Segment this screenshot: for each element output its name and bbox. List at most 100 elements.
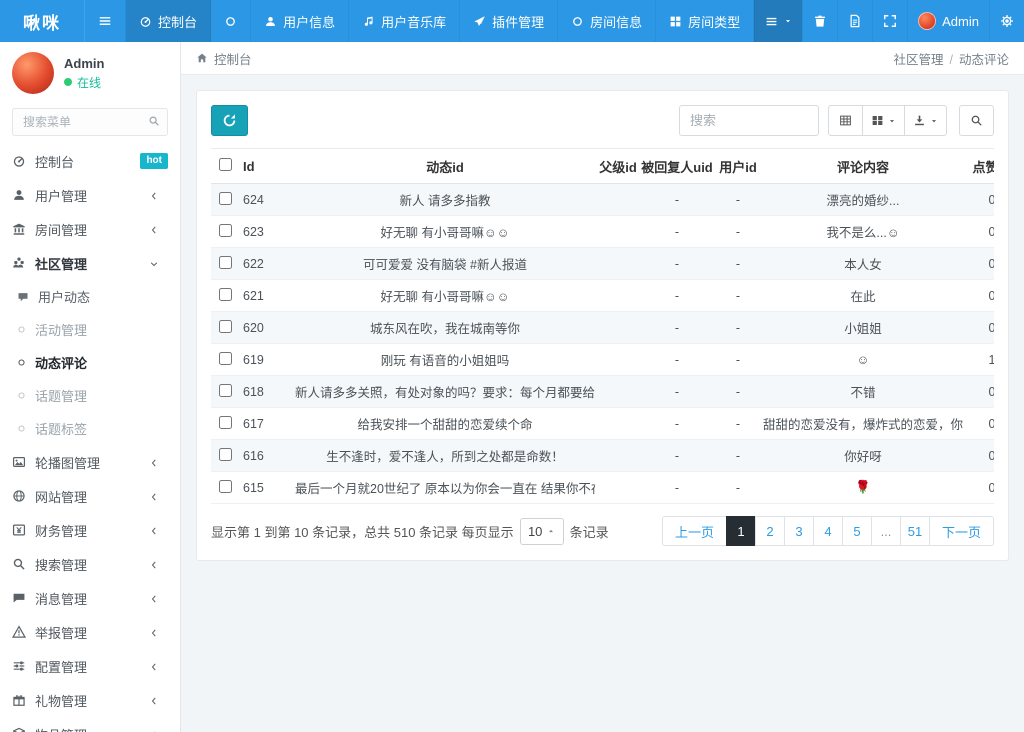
pagination-prev[interactable]: 上一页 bbox=[662, 516, 727, 546]
table-row[interactable]: 619刚玩 有语音的小姐姐吗--☺1 bbox=[211, 344, 994, 376]
topnav-item-room-info[interactable]: 房间信息 bbox=[558, 0, 656, 42]
column-header-6[interactable]: 点赞数 bbox=[963, 149, 994, 184]
table-row[interactable]: 623好无聊 有小哥哥嘛☺☺--我不是么...☺0 bbox=[211, 216, 994, 248]
circle-icon bbox=[17, 391, 26, 400]
sidebar-item-label: 话题管理 bbox=[35, 386, 87, 405]
image-icon bbox=[12, 455, 26, 469]
column-header-5[interactable]: 评论内容 bbox=[763, 149, 963, 184]
sidebar-item-dynamic-comments[interactable]: 动态评论 bbox=[0, 346, 180, 379]
column-header-4[interactable]: 用户id bbox=[713, 149, 763, 184]
tabs-dropdown-button[interactable] bbox=[754, 0, 802, 42]
sidebar-item-message-mgmt[interactable]: 消息管理 bbox=[0, 581, 180, 615]
fullscreen-button[interactable] bbox=[872, 0, 907, 42]
topnav-item-user-music[interactable]: 用户音乐库 bbox=[349, 0, 460, 42]
row-checkbox[interactable] bbox=[219, 192, 232, 205]
app-root: 啾咪 控制台用户信息用户音乐库插件管理房间信息房间类型 Admin Admin bbox=[0, 0, 1024, 732]
chevron-left-icon bbox=[149, 594, 159, 604]
topnav-item-console[interactable]: 控制台 bbox=[126, 0, 211, 42]
row-checkbox[interactable] bbox=[219, 256, 232, 269]
table-row[interactable]: 617给我安排一个甜甜的恋爱续个命--甜甜的恋爱没有，爆炸式的恋爱，你要吗？0 bbox=[211, 408, 994, 440]
refresh-button[interactable] bbox=[211, 105, 248, 136]
advanced-search-button[interactable] bbox=[959, 105, 994, 136]
row-checkbox[interactable] bbox=[219, 480, 232, 493]
search-icon bbox=[148, 115, 160, 127]
sidebar-item-room-mgmt[interactable]: 房间管理 bbox=[0, 212, 180, 246]
sidebar-item-topic-mgmt[interactable]: 话题管理 bbox=[0, 379, 180, 412]
pagination-next[interactable]: 下一页 bbox=[929, 516, 994, 546]
sidebar-item-site-mgmt[interactable]: 网站管理 bbox=[0, 479, 180, 513]
online-dot-icon bbox=[64, 78, 72, 86]
chevron-left-icon-wrap bbox=[149, 188, 168, 203]
sidebar-item-activity-mgmt[interactable]: 活动管理 bbox=[0, 313, 180, 346]
sidebar-item-config-mgmt[interactable]: 配置管理 bbox=[0, 649, 180, 683]
topnav-item-plugin-mgmt[interactable]: 插件管理 bbox=[460, 0, 558, 42]
column-header-0[interactable]: Id bbox=[239, 149, 295, 184]
columns-button[interactable] bbox=[862, 105, 905, 136]
sidebar-item-search-mgmt[interactable]: 搜索管理 bbox=[0, 547, 180, 581]
sidebar-item-console[interactable]: 控制台hot bbox=[0, 144, 180, 178]
topnav-item-room-type[interactable]: 房间类型 bbox=[656, 0, 754, 42]
toggle-view-button[interactable] bbox=[828, 105, 863, 136]
row-checkbox[interactable] bbox=[219, 320, 232, 333]
sidebar-item-topic-tags[interactable]: 话题标签 bbox=[0, 412, 180, 445]
sidebar-item-banner-mgmt[interactable]: 轮播图管理 bbox=[0, 445, 180, 479]
breadcrumb[interactable]: 控制台 bbox=[196, 49, 252, 68]
sidebar-item-report-mgmt[interactable]: 举报管理 bbox=[0, 615, 180, 649]
topnav-item-label: 房间信息 bbox=[590, 12, 642, 31]
sidebar-item-user-mgmt[interactable]: 用户管理 bbox=[0, 178, 180, 212]
sidebar-item-user-dynamics[interactable]: 用户动态 bbox=[0, 280, 180, 313]
table-row[interactable]: 624新人 请多多指教--漂亮的婚纱...0 bbox=[211, 184, 994, 216]
table-row[interactable]: 621好无聊 有小哥哥嘛☺☺--在此0 bbox=[211, 280, 994, 312]
log-button[interactable] bbox=[837, 0, 872, 42]
settings-button[interactable] bbox=[989, 0, 1024, 42]
log-icon bbox=[848, 14, 862, 28]
user-avatar[interactable] bbox=[12, 52, 54, 94]
table-row[interactable]: 618新人请多多关照，有处对象的吗？要求：每个月都要给我买礼物🎁--不错0 bbox=[211, 376, 994, 408]
row-checkbox[interactable] bbox=[219, 384, 232, 397]
report-icon bbox=[12, 625, 26, 639]
admin-user-menu[interactable]: Admin bbox=[907, 0, 989, 42]
pagination-page-51[interactable]: 51 bbox=[900, 516, 930, 546]
cell-parent-id bbox=[595, 280, 641, 312]
cell-replied-uid: - bbox=[641, 184, 713, 216]
topnav-item-circle[interactable] bbox=[211, 0, 251, 42]
export-button[interactable] bbox=[904, 105, 947, 136]
cell-replied-uid: - bbox=[641, 344, 713, 376]
select-all-checkbox[interactable] bbox=[219, 158, 232, 171]
chevron-left-icon bbox=[149, 560, 159, 570]
row-checkbox[interactable] bbox=[219, 288, 232, 301]
column-header-3[interactable]: 被回复人uid bbox=[641, 149, 713, 184]
row-checkbox[interactable] bbox=[219, 416, 232, 429]
table-row[interactable]: 622可可爱爱 没有脑袋 #新人报道--本人女0 bbox=[211, 248, 994, 280]
pagination-page-5[interactable]: 5 bbox=[842, 516, 872, 546]
sidebar-item-gift-mgmt[interactable]: 礼物管理 bbox=[0, 683, 180, 717]
column-header-1[interactable]: 动态id bbox=[295, 149, 595, 184]
table-scroll-area[interactable]: Id动态id父级id被回复人uid用户id评论内容点赞数 624新人 请多多指教… bbox=[211, 148, 994, 504]
clear-cache-button[interactable] bbox=[802, 0, 837, 42]
column-header-2[interactable]: 父级id bbox=[595, 149, 641, 184]
table-row[interactable]: 615最后一个月就20世纪了 原本以为你会一直在 结果你不在了💔--🌹0 bbox=[211, 472, 994, 504]
pagination-page-2[interactable]: 2 bbox=[755, 516, 785, 546]
sidebar-item-finance-mgmt[interactable]: 财务管理 bbox=[0, 513, 180, 547]
brand[interactable]: 啾咪 bbox=[0, 0, 85, 42]
table-search-input[interactable] bbox=[679, 105, 819, 136]
cell-replied-uid: - bbox=[641, 312, 713, 344]
topnav-item-user-info[interactable]: 用户信息 bbox=[251, 0, 349, 42]
sidebar-item-community-mgmt[interactable]: 社区管理 bbox=[0, 246, 180, 280]
row-checkbox[interactable] bbox=[219, 352, 232, 365]
topnav-item-label: 控制台 bbox=[158, 12, 197, 31]
menu-search-input[interactable] bbox=[12, 108, 168, 136]
per-page-select[interactable]: 10 bbox=[520, 518, 564, 545]
sidebar-toggle[interactable] bbox=[85, 0, 126, 42]
pagination-page-1[interactable]: 1 bbox=[726, 516, 756, 546]
table-row[interactable]: 620城东风在吹，我在城南等你--小姐姐0 bbox=[211, 312, 994, 344]
row-checkbox[interactable] bbox=[219, 448, 232, 461]
pagination-page-3[interactable]: 3 bbox=[784, 516, 814, 546]
gear-icon bbox=[1000, 14, 1014, 28]
table-row[interactable]: 616生不逢时，爱不逢人，所到之处都是命数！--你好呀0 bbox=[211, 440, 994, 472]
sidebar-item-label: 用户动态 bbox=[38, 287, 90, 306]
chevron-left-icon bbox=[149, 696, 159, 706]
sidebar-item-goods-mgmt[interactable]: 物品管理 bbox=[0, 717, 180, 732]
row-checkbox[interactable] bbox=[219, 224, 232, 237]
pagination-page-4[interactable]: 4 bbox=[813, 516, 843, 546]
